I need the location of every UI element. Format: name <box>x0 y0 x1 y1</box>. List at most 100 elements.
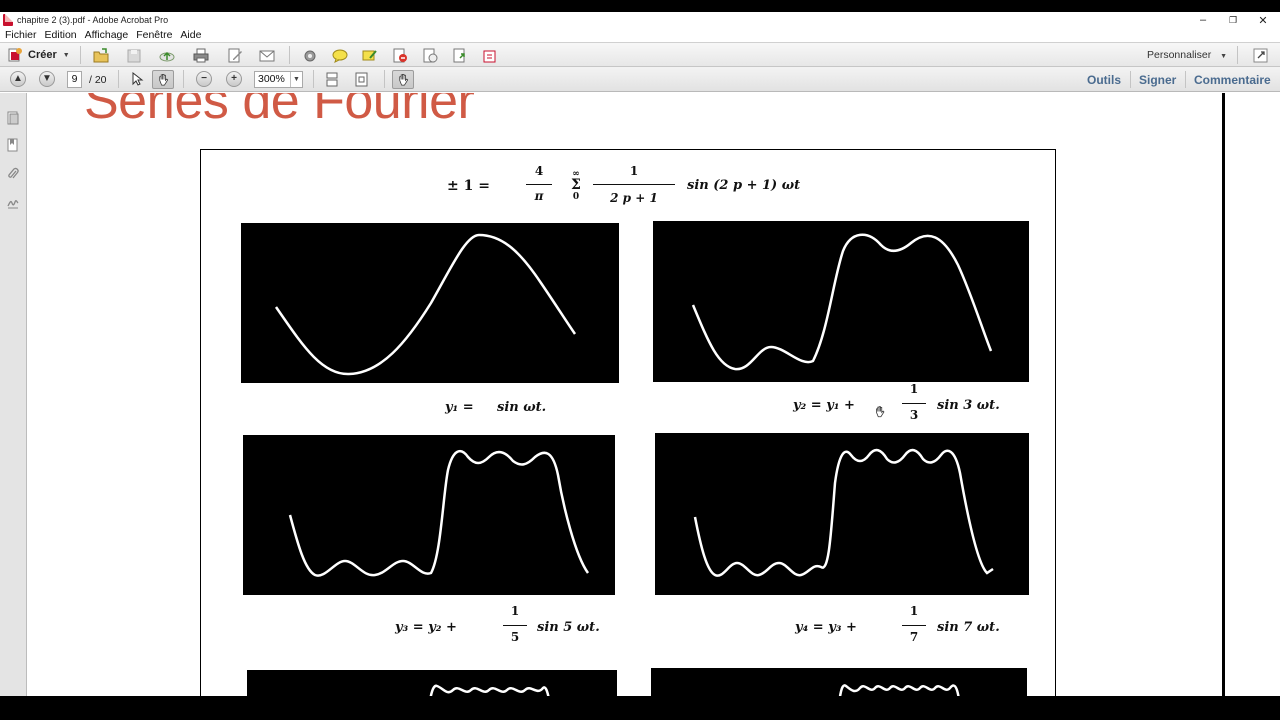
menu-affichage[interactable]: Affichage <box>85 29 129 41</box>
caption-y2-num: 1 <box>909 382 919 396</box>
page-number-input[interactable]: 9 <box>67 71 82 88</box>
gear-icon[interactable] <box>302 48 318 63</box>
toolbar-divider <box>118 70 119 88</box>
restore-button[interactable]: ❐ <box>1218 12 1248 28</box>
toolbar-divider <box>1237 46 1238 64</box>
comment-link[interactable]: Commentaire <box>1194 73 1271 87</box>
pdf-file-icon <box>3 14 13 26</box>
highlight-icon[interactable] <box>362 48 378 63</box>
toolbar-divider <box>1130 71 1131 88</box>
caption-y3-rhs: sin 5 ωt. <box>537 620 600 635</box>
comment-icon[interactable] <box>332 48 348 63</box>
zoom-value: 300% <box>258 73 285 85</box>
zoom-out-button[interactable]: − <box>196 71 212 87</box>
caption-y2-rhs: sin 3 ωt. <box>937 398 1000 413</box>
expand-icon[interactable] <box>1253 48 1269 63</box>
toolbar-divider <box>1185 71 1186 88</box>
caption-y1-lhs: y₁ = <box>445 400 474 415</box>
menu-edition[interactable]: Edition <box>45 29 77 41</box>
close-button[interactable]: ✕ <box>1248 12 1278 28</box>
edit-document-icon[interactable] <box>227 48 243 63</box>
navigation-toolbar: ▲ ▼ 9 / 20 − + 300% ▼ Outils Signer Comm… <box>0 67 1280 92</box>
caption-y4-den: 7 <box>909 630 919 644</box>
fit-page-icon[interactable] <box>354 72 370 87</box>
toolbar-divider <box>289 46 290 64</box>
zoom-in-button[interactable]: + <box>226 71 242 87</box>
acrobat-window: chapitre 2 (3).pdf - Adobe Acrobat Pro –… <box>0 12 1280 708</box>
fraction-bar <box>593 184 675 186</box>
bookmark-icon[interactable] <box>7 138 19 152</box>
read-mode-button[interactable] <box>392 70 414 89</box>
formula-lhs: ± 1 = <box>447 178 490 194</box>
title-bar: chapitre 2 (3).pdf - Adobe Acrobat Pro –… <box>0 12 1280 28</box>
menu-fichier[interactable]: Fichier <box>5 29 37 41</box>
waveform-panel-y3 <box>243 435 615 595</box>
caption-y1-rhs: sin ωt. <box>497 400 547 415</box>
document-viewport[interactable]: Séries de Fourier ± 1 = 4 π ∞ Σ 0 1 2 p … <box>28 93 1280 708</box>
toolbar-divider <box>313 70 314 88</box>
email-icon[interactable] <box>259 48 275 63</box>
formula-coef-num: 4 <box>534 164 544 178</box>
hand-icon <box>399 73 409 86</box>
fraction-bar <box>503 625 527 627</box>
page-thumbnails-icon[interactable] <box>7 111 19 125</box>
arrow-up-icon: ▲ <box>13 73 23 84</box>
select-cursor-icon[interactable] <box>129 72 145 87</box>
fourier-figure: ± 1 = 4 π ∞ Σ 0 1 2 p + 1 sin (2 p + 1) … <box>200 149 1056 708</box>
create-button[interactable]: Créer ▼ <box>8 48 70 62</box>
personnaliser-label: Personnaliser <box>1147 49 1212 61</box>
create-pdf-icon <box>8 48 22 62</box>
formula-term-num: 1 <box>629 164 639 178</box>
waveform-panel-y2 <box>653 221 1029 382</box>
left-navigation-rail <box>0 93 27 708</box>
slide-title: Séries de Fourier <box>84 93 475 130</box>
cloud-upload-icon[interactable] <box>159 48 175 63</box>
minus-icon: − <box>201 73 207 84</box>
plus-icon: + <box>231 73 237 84</box>
menu-fenetre[interactable]: Fenêtre <box>136 29 172 41</box>
caption-y3-num: 1 <box>510 604 520 618</box>
toolbar-divider <box>80 46 81 64</box>
tools-link[interactable]: Outils <box>1087 73 1121 87</box>
print-icon[interactable] <box>193 48 209 63</box>
bottom-letterbox <box>0 696 1280 720</box>
hand-tool-button[interactable] <box>152 70 174 89</box>
minimize-button[interactable]: – <box>1188 12 1218 28</box>
scroll-mode-icon[interactable] <box>324 72 340 87</box>
fraction-bar <box>902 625 926 627</box>
chevron-down-icon: ▼ <box>1220 53 1228 60</box>
signature-icon[interactable] <box>7 196 19 210</box>
fraction-bar <box>526 184 552 186</box>
page-total: / 20 <box>89 74 107 86</box>
caption-y4-rhs: sin 7 ωt. <box>937 620 1000 635</box>
main-toolbar: Créer ▼ Personnaliser ▼ <box>0 42 1280 67</box>
caption-y4-lhs: y₄ = y₃ + <box>795 620 857 635</box>
toolbar-divider <box>183 70 184 88</box>
waveform-panel-y1 <box>241 223 619 383</box>
formula-term-den: 2 p + 1 <box>610 191 658 205</box>
attachment-icon[interactable] <box>7 167 19 181</box>
chevron-down-icon: ▼ <box>290 72 302 87</box>
export-page-icon[interactable] <box>452 48 468 63</box>
save-icon[interactable] <box>126 48 142 63</box>
toolbar-divider <box>384 70 385 88</box>
menu-bar: Fichier Edition Affichage Fenêtre Aide <box>0 28 1280 42</box>
stamp-icon[interactable] <box>482 48 498 63</box>
caption-y4-num: 1 <box>909 604 919 618</box>
formula-sum-bottom: 0 <box>572 192 580 202</box>
caption-y2-lhs: y₂ = y₁ + <box>793 398 855 413</box>
previous-page-button[interactable]: ▲ <box>10 71 26 87</box>
open-folder-icon[interactable] <box>93 48 109 63</box>
caption-y3-lhs: y₃ = y₂ + <box>395 620 457 635</box>
zoom-select[interactable]: 300% ▼ <box>254 71 303 88</box>
delete-page-icon[interactable] <box>392 48 408 63</box>
sign-link[interactable]: Signer <box>1139 73 1176 87</box>
hand-cursor-icon <box>876 406 885 418</box>
menu-aide[interactable]: Aide <box>180 29 201 41</box>
caption-y3-den: 5 <box>510 630 520 644</box>
personnaliser-button[interactable]: Personnaliser ▼ <box>1147 49 1227 61</box>
next-page-button[interactable]: ▼ <box>39 71 55 87</box>
arrow-down-icon: ▼ <box>42 73 52 84</box>
page-edge <box>1222 93 1225 708</box>
rotate-page-icon[interactable] <box>422 48 438 63</box>
